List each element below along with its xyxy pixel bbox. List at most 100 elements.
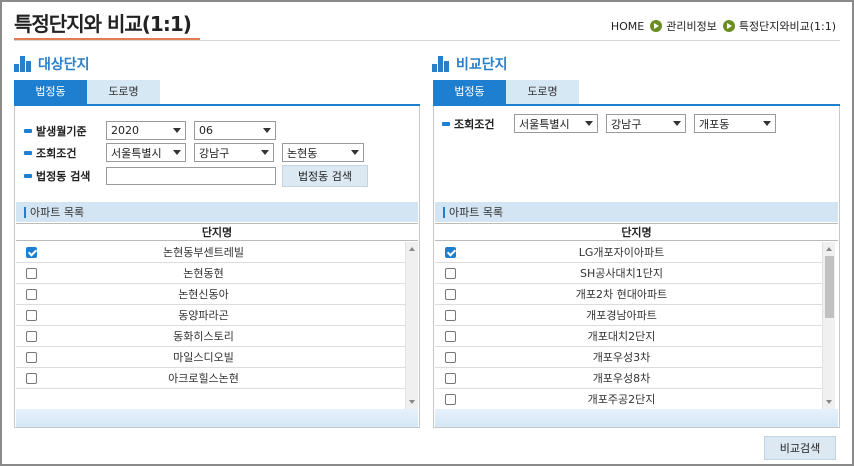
apartment-name: 개포주공2단지: [587, 393, 656, 406]
compare-search-button[interactable]: 비교검색: [764, 436, 836, 460]
building-icon: [14, 56, 36, 72]
chevron-down-icon: [173, 128, 181, 133]
table-row[interactable]: 개포우성8차: [435, 368, 822, 389]
target-list-footer: [16, 409, 418, 427]
year-select[interactable]: 2020: [106, 121, 186, 140]
table-row[interactable]: 동양파라곤: [16, 305, 405, 326]
compare-list-scrollbar[interactable]: [822, 242, 835, 409]
table-row[interactable]: LG개포자이아파트: [435, 242, 822, 263]
tab-legal-dong[interactable]: 법정동: [14, 80, 87, 104]
chevron-down-icon: [261, 150, 269, 155]
table-row[interactable]: 아크로힐스논현: [16, 368, 405, 389]
row-checkbox[interactable]: [26, 351, 37, 363]
apartment-name: 개포우성3차: [592, 351, 651, 364]
table-row[interactable]: 논현동부센트레빌: [16, 242, 405, 263]
year-value: 2020: [111, 124, 139, 137]
bullet-icon: [24, 128, 32, 133]
period-label: 발생월기준: [36, 124, 87, 138]
target-list-header: 아파트 목록: [16, 202, 418, 222]
dong-search-button[interactable]: 법정동 검색: [282, 165, 368, 187]
search-label: 법정동 검색: [36, 170, 91, 183]
scroll-up-icon[interactable]: [409, 247, 415, 251]
apartment-name: 개포2차 현대아파트: [575, 288, 668, 301]
row-checkbox[interactable]: [445, 267, 456, 279]
page-title: 특정단지와 비교(1:1): [14, 12, 192, 36]
table-row[interactable]: 개포우성3차: [435, 347, 822, 368]
apartment-name: 논현신동아: [178, 288, 229, 301]
table-row[interactable]: 개포대치2단지: [435, 326, 822, 347]
compare-list-title: 아파트 목록: [449, 206, 504, 219]
row-checkbox[interactable]: [445, 330, 456, 342]
apartment-name: 개포경남아파트: [586, 309, 657, 322]
target-heading-label: 대상단지: [38, 57, 90, 73]
compare-list-footer: [435, 409, 838, 427]
month-value: 06: [199, 124, 213, 137]
gu-select[interactable]: 강남구: [194, 143, 274, 162]
table-row[interactable]: 동화히스토리: [16, 326, 405, 347]
row-checkbox[interactable]: [26, 246, 37, 258]
scroll-thumb[interactable]: [825, 256, 834, 318]
compare-column-header: 단지명: [435, 223, 838, 241]
tab-road-name-compare[interactable]: 도로명: [506, 80, 579, 104]
row-checkbox[interactable]: [445, 309, 456, 321]
dong-value: 논현동: [287, 146, 318, 160]
dong-select[interactable]: 논현동: [282, 143, 364, 162]
chevron-down-icon: [351, 150, 359, 155]
search-row: 법정동 검색 법정동 검색: [24, 165, 368, 187]
row-checkbox[interactable]: [26, 330, 37, 342]
compare-gu-value: 강남구: [611, 117, 642, 131]
table-row[interactable]: 개포주공2단지: [435, 389, 822, 409]
bullet-icon: [442, 121, 450, 126]
tab-legal-dong-compare[interactable]: 법정동: [433, 80, 506, 104]
compare-apt-list: LG개포자이아파트 SH공사대치1단지개포2차 현대아파트개포경남아파트개포대치2…: [435, 242, 822, 409]
target-list-title: 아파트 목록: [30, 206, 85, 219]
sido-value: 서울특별시: [111, 146, 162, 160]
target-tabs: 법정동 도로명: [14, 80, 160, 104]
compare-gu-select[interactable]: 강남구: [606, 114, 686, 133]
chevron-down-icon: [173, 150, 181, 155]
compare-dong-value: 개포동: [699, 117, 730, 131]
sido-select[interactable]: 서울특별시: [106, 143, 186, 162]
breadcrumb-home[interactable]: HOME: [611, 20, 644, 33]
breadcrumb: HOME 관리비정보 특정단지와비교(1:1): [611, 18, 836, 34]
table-row[interactable]: 마일스디오빌: [16, 347, 405, 368]
apartment-name: SH공사대치1단지: [580, 267, 663, 280]
apartment-name: 동화히스토리: [173, 330, 234, 343]
table-row[interactable]: 개포2차 현대아파트: [435, 284, 822, 305]
target-section-heading: 대상단지: [14, 54, 90, 74]
compare-dong-select[interactable]: 개포동: [694, 114, 776, 133]
row-checkbox[interactable]: [26, 288, 37, 300]
compare-list-header: 아파트 목록: [435, 202, 838, 222]
row-checkbox[interactable]: [26, 267, 37, 279]
apartment-name: 동양파라곤: [178, 309, 229, 322]
apartment-name: 논현동현: [183, 267, 224, 280]
dong-search-input[interactable]: [106, 167, 276, 185]
breadcrumb-fee-info[interactable]: 관리비정보: [666, 18, 717, 34]
apartment-name: LG개포자이아파트: [578, 246, 665, 259]
table-row[interactable]: 개포경남아파트: [435, 305, 822, 326]
row-checkbox[interactable]: [445, 372, 456, 384]
target-list-scrollbar[interactable]: [405, 242, 418, 409]
bullet-icon: [24, 150, 32, 155]
month-select[interactable]: 06: [194, 121, 276, 140]
row-checkbox[interactable]: [26, 309, 37, 321]
target-column-header: 단지명: [16, 223, 418, 241]
scroll-down-icon[interactable]: [409, 400, 415, 404]
tab-road-name[interactable]: 도로명: [87, 80, 160, 104]
chevron-right-icon: [722, 20, 735, 32]
row-checkbox[interactable]: [445, 393, 456, 405]
table-row[interactable]: 논현동현: [16, 263, 405, 284]
apartment-name: 아크로힐스논현: [168, 372, 239, 385]
table-row[interactable]: 논현신동아: [16, 284, 405, 305]
chevron-down-icon: [673, 121, 681, 126]
scroll-down-icon[interactable]: [826, 400, 832, 404]
scroll-up-icon[interactable]: [826, 247, 832, 251]
chevron-down-icon: [763, 121, 771, 126]
apartment-name: 논현동부센트레빌: [163, 246, 244, 259]
row-checkbox[interactable]: [445, 288, 456, 300]
compare-sido-select[interactable]: 서울특별시: [514, 114, 598, 133]
row-checkbox[interactable]: [445, 246, 456, 258]
row-checkbox[interactable]: [26, 372, 37, 384]
row-checkbox[interactable]: [445, 351, 456, 363]
table-row[interactable]: SH공사대치1단지: [435, 263, 822, 284]
